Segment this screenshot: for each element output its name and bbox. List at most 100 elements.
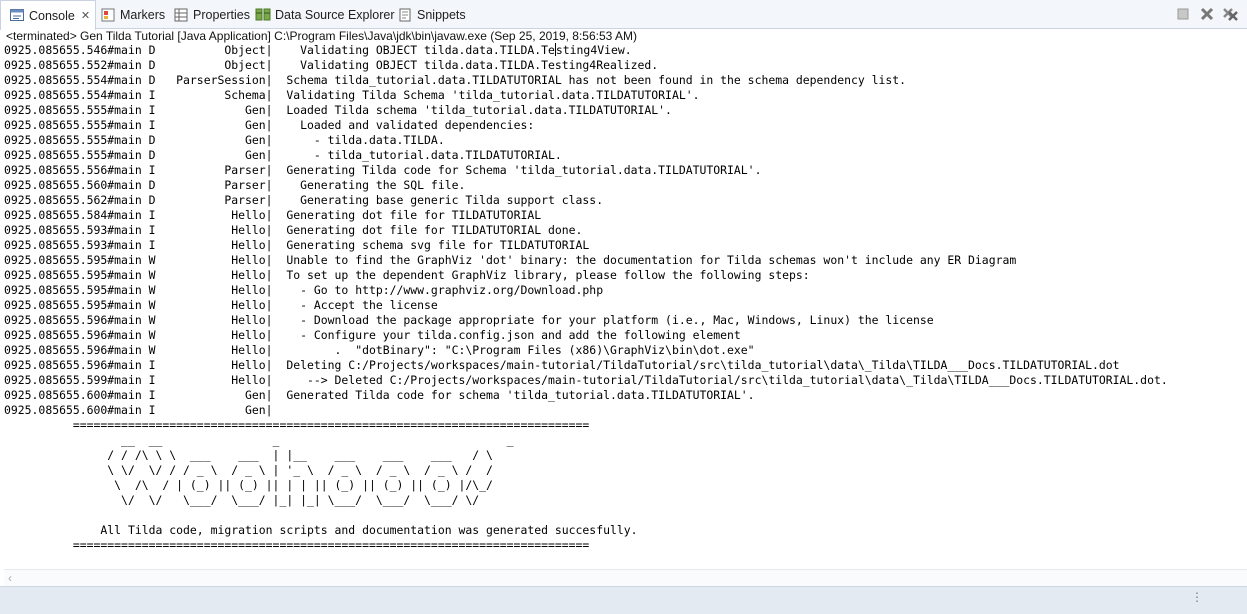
log-message: Loaded Tilda schema 'tilda_tutorial.data…	[286, 103, 672, 117]
log-prefix: 0925.085655.595#main W Hello|	[4, 298, 287, 312]
log-prefix: 0925.085655.596#main W Hello|	[4, 313, 287, 327]
log-message: Generated Tilda code for schema 'tilda_t…	[286, 388, 755, 402]
console-log-line: 0925.085655.555#main D Gen| - tilda_tuto…	[4, 148, 1247, 163]
log-message: Generating Tilda code for Schema 'tilda_…	[286, 163, 762, 177]
terminate-icon[interactable]	[1175, 6, 1191, 22]
tab-snippets-label: Snippets	[417, 7, 466, 22]
console-log-line: 0925.085655.596#main W Hello| - Configur…	[4, 328, 1247, 343]
console-log-line: 0925.085655.556#main I Parser| Generatin…	[4, 163, 1247, 178]
tab-console-label: Console	[29, 8, 75, 23]
console-banner-line: \/ \/ \___/ \___/ |_| |_| \___/ \___/ \_…	[4, 493, 480, 507]
log-prefix: 0925.085655.546#main D Object|	[4, 43, 287, 57]
console-log-line: 0925.085655.562#main D Parser| Generatin…	[4, 193, 1247, 208]
tab-data-source-explorer[interactable]: Data Source Explorer	[255, 0, 395, 29]
log-message: - tilda.data.TILDA.	[286, 133, 445, 147]
log-prefix: 0925.085655.560#main D Parser|	[4, 178, 287, 192]
console-log-line: 0925.085655.595#main W Hello| - Accept t…	[4, 298, 1247, 313]
console-log-line: 0925.085655.595#main W Hello| Unable to …	[4, 253, 1247, 268]
log-message: - tilda_tutorial.data.TILDATUTORIAL.	[286, 148, 562, 162]
view-toolbar	[1175, 6, 1239, 22]
tab-properties-label: Properties	[193, 7, 250, 22]
console-banner-line: ========================================…	[4, 418, 590, 432]
console-log-line: 0925.085655.596#main I Hello| Deleting C…	[4, 358, 1247, 373]
console-log-line: 0925.085655.555#main I Gen| Loaded Tilda…	[4, 103, 1247, 118]
status-bar: ⋮	[0, 586, 1247, 614]
log-prefix: 0925.085655.596#main W Hello|	[4, 328, 287, 342]
log-message: Generating schema svg file for TILDATUTO…	[286, 238, 590, 252]
markers-icon	[100, 7, 116, 23]
console-log-line: 0925.085655.593#main I Hello| Generating…	[4, 238, 1247, 253]
console-log-line: 0925.085655.584#main I Hello| Generating…	[4, 208, 1247, 223]
tab-console[interactable]: Console ✕	[0, 0, 96, 30]
log-prefix: 0925.085655.595#main W Hello|	[4, 283, 287, 297]
properties-icon	[173, 7, 189, 23]
scroll-left-icon[interactable]: ‹	[8, 571, 12, 585]
log-prefix: 0925.085655.596#main W Hello|	[4, 343, 287, 357]
view-tab-bar: Console ✕ Markers Properties Data Source…	[0, 0, 1247, 30]
log-prefix: 0925.085655.600#main I Gen|	[4, 388, 287, 402]
console-log-line: 0925.085655.546#main D Object| Validatin…	[4, 43, 1247, 58]
tab-snippets[interactable]: Snippets	[397, 0, 466, 29]
close-icon[interactable]: ✕	[81, 9, 90, 22]
remove-launch-icon[interactable]	[1199, 6, 1215, 22]
log-prefix: 0925.085655.595#main W Hello|	[4, 253, 287, 267]
console-log-line: 0925.085655.560#main D Parser| Generatin…	[4, 178, 1247, 193]
tab-markers[interactable]: Markers	[100, 0, 165, 29]
console-log-line: 0925.085655.600#main I Gen| Generated Ti…	[4, 388, 1247, 403]
console-log-line: 0925.085655.555#main D Gen| - tilda.data…	[4, 133, 1247, 148]
console-log-line: 0925.085655.599#main I Hello| --> Delete…	[4, 373, 1247, 388]
log-prefix: 0925.085655.555#main D Gen|	[4, 133, 287, 147]
data-source-explorer-icon	[255, 7, 271, 23]
log-message: Validating OBJECT tilda.data.TILDA.Te	[286, 43, 555, 57]
log-message: To set up the dependent GraphViz library…	[286, 268, 810, 282]
log-message: Schema tilda_tutorial.data.TILDATUTORIAL…	[286, 73, 907, 87]
log-message: . "dotBinary": "C:\Program Files (x86)\G…	[286, 343, 755, 357]
log-message: - Accept the license	[286, 298, 438, 312]
log-prefix: 0925.085655.593#main I Hello|	[4, 238, 287, 252]
log-message: Validating Tilda Schema 'tilda_tutorial.…	[286, 88, 700, 102]
remove-all-terminated-icon[interactable]	[1223, 6, 1239, 22]
log-message: Deleting C:/Projects/workspaces/main-tut…	[286, 358, 1120, 372]
horizontal-scrollbar[interactable]: ‹	[4, 569, 1247, 586]
console-banner-line: ========================================…	[4, 538, 590, 552]
log-message: --> Deleted C:/Projects/workspaces/main-…	[286, 373, 1168, 387]
console-log-line: 0925.085655.554#main D ParserSession| Sc…	[4, 73, 1247, 88]
log-message: Generating the SQL file.	[286, 178, 466, 192]
log-prefix: 0925.085655.599#main I Hello|	[4, 373, 287, 387]
log-message: - Download the package appropriate for y…	[286, 313, 934, 327]
console-banner-line: __ __ _ _	[4, 433, 514, 447]
log-message: Loaded and validated dependencies:	[286, 118, 535, 132]
snippets-icon	[397, 7, 413, 23]
log-message: Validating OBJECT tilda.data.TILDA.Testi…	[286, 58, 659, 72]
log-prefix: 0925.085655.552#main D Object|	[4, 58, 287, 72]
log-prefix: 0925.085655.584#main I Hello|	[4, 208, 287, 222]
console-log-line: 0925.085655.552#main D Object| Validatin…	[4, 58, 1247, 73]
log-message-tail: sting4View.	[555, 43, 632, 57]
console-banner-line: \ /\ / | (_) || (_) || | | || (_) || (_)…	[4, 478, 493, 492]
log-prefix: 0925.085655.595#main W Hello|	[4, 268, 287, 282]
log-prefix: 0925.085655.596#main I Hello|	[4, 358, 287, 372]
resize-grip-icon[interactable]: ⋮	[1191, 591, 1203, 603]
console-log-line: 0925.085655.593#main I Hello| Generating…	[4, 223, 1247, 238]
tab-properties[interactable]: Properties	[173, 0, 250, 29]
log-prefix: 0925.085655.554#main D ParserSession|	[4, 73, 287, 87]
log-message: Generating dot file for TILDATUTORIAL	[286, 208, 542, 222]
log-prefix: 0925.085655.593#main I Hello|	[4, 223, 287, 237]
console-icon	[9, 8, 25, 24]
log-message: - Go to http://www.graphviz.org/Download…	[286, 283, 604, 297]
console-output[interactable]: 0925.085655.546#main D Object| Validatin…	[4, 43, 1247, 567]
console-banner-line: \ \/ \/ / / _ \ / _ \ | '_ \ / _ \ / _ \…	[4, 463, 493, 477]
console-banner-line: All Tilda code, migration scripts and do…	[4, 523, 638, 537]
log-message: Generating base generic Tilda support cl…	[286, 193, 604, 207]
console-banner-line	[4, 508, 1247, 523]
console-log-line: 0925.085655.554#main I Schema| Validatin…	[4, 88, 1247, 103]
console-log-line: 0925.085655.596#main W Hello| . "dotBina…	[4, 343, 1247, 358]
tab-data-source-explorer-label: Data Source Explorer	[275, 7, 395, 22]
launch-status: <terminated> Gen Tilda Tutorial [Java Ap…	[6, 29, 638, 43]
log-prefix: 0925.085655.555#main I Gen|	[4, 103, 287, 117]
log-message: Unable to find the GraphViz 'dot' binary…	[286, 253, 1017, 267]
log-message: Generating dot file for TILDATUTORIAL do…	[286, 223, 583, 237]
log-prefix: 0925.085655.600#main I Gen|	[4, 403, 287, 417]
console-log-line: 0925.085655.596#main W Hello| - Download…	[4, 313, 1247, 328]
console-log-line: 0925.085655.600#main I Gen|	[4, 403, 1247, 418]
